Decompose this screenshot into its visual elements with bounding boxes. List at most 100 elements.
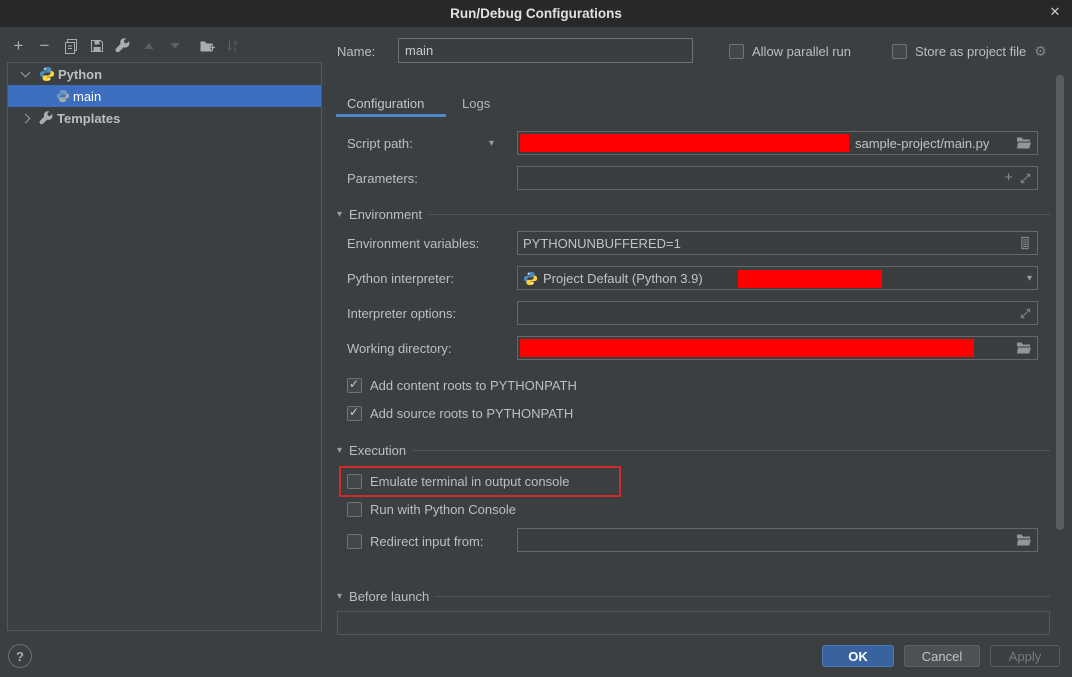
working-directory-label: Working directory: bbox=[347, 341, 452, 356]
store-as-project-file-checkbox[interactable] bbox=[892, 44, 907, 59]
move-up-icon[interactable] bbox=[140, 37, 157, 55]
python-interpreter-label: Python interpreter: bbox=[347, 271, 454, 286]
annotation-highlight bbox=[339, 466, 621, 497]
remove-configuration-button[interactable]: − bbox=[36, 37, 53, 55]
browse-folder-icon[interactable] bbox=[1016, 136, 1032, 150]
before-launch-section-header[interactable]: ▾ Before launch bbox=[337, 588, 1050, 604]
sort-configurations-icon[interactable]: az bbox=[224, 37, 241, 55]
tab-configuration[interactable]: Configuration bbox=[347, 96, 424, 111]
add-source-roots-label: Add source roots to PYTHONPATH bbox=[370, 406, 573, 421]
browse-folder-icon[interactable] bbox=[1016, 341, 1032, 355]
tab-logs[interactable]: Logs bbox=[462, 96, 490, 111]
expand-field-icon[interactable] bbox=[1019, 172, 1032, 185]
allow-parallel-run-checkbox[interactable] bbox=[729, 44, 744, 59]
run-with-python-console-checkbox[interactable] bbox=[347, 502, 362, 517]
allow-parallel-run-row: Allow parallel run bbox=[729, 41, 851, 61]
redaction bbox=[520, 134, 849, 152]
interpreter-dropdown-icon[interactable]: ▾ bbox=[1027, 273, 1032, 284]
environment-variables-value: PYTHONUNBUFFERED=1 bbox=[523, 236, 681, 251]
before-launch-section-label: Before launch bbox=[349, 589, 429, 604]
svg-text:a: a bbox=[233, 40, 237, 47]
script-path-field[interactable]: sample-project/main.py bbox=[517, 131, 1038, 155]
tree-item-label: main bbox=[73, 89, 101, 104]
execution-section-header[interactable]: ▾ Execution bbox=[337, 442, 1050, 458]
close-icon[interactable]: ✕ bbox=[1046, 3, 1064, 21]
environment-section-label: Environment bbox=[349, 207, 422, 222]
edit-variables-list-icon[interactable] bbox=[1018, 236, 1032, 250]
redirect-input-label: Redirect input from: bbox=[370, 534, 483, 549]
collapse-triangle-icon[interactable]: ▾ bbox=[337, 591, 342, 602]
environment-variables-label: Environment variables: bbox=[347, 236, 479, 251]
browse-folder-icon[interactable] bbox=[1016, 533, 1032, 547]
python-interpreter-value: Project Default (Python 3.9) bbox=[543, 271, 703, 286]
script-path-dropdown-icon[interactable]: ▾ bbox=[489, 138, 494, 149]
environment-section-header[interactable]: ▾ Environment bbox=[337, 206, 1050, 222]
vertical-scrollbar-thumb[interactable] bbox=[1056, 75, 1064, 530]
redaction bbox=[520, 339, 974, 357]
collapse-triangle-icon[interactable]: ▾ bbox=[337, 209, 342, 220]
store-as-project-file-row: Store as project file ⚙ bbox=[892, 41, 1047, 61]
section-divider bbox=[413, 450, 1050, 451]
collapse-triangle-icon[interactable]: ▾ bbox=[337, 445, 342, 456]
tree-item-python-group[interactable]: Python bbox=[8, 63, 321, 85]
configurations-tree-panel: Python main Templates bbox=[7, 62, 322, 631]
parameters-field[interactable]: + bbox=[517, 166, 1038, 190]
execution-section-label: Execution bbox=[349, 443, 406, 458]
redirect-input-checkbox[interactable] bbox=[347, 534, 362, 549]
run-debug-configurations-dialog: Run/Debug Configurations ✕ + − az bbox=[0, 0, 1072, 677]
configurations-toolbar: + − az bbox=[10, 37, 241, 55]
redaction bbox=[738, 270, 882, 288]
run-with-python-console-label: Run with Python Console bbox=[370, 502, 516, 517]
name-label: Name: bbox=[337, 44, 375, 59]
tree-item-main-selected[interactable]: main bbox=[8, 85, 321, 107]
python-interpreter-select[interactable]: Project Default (Python 3.9) ▾ bbox=[517, 266, 1038, 290]
before-launch-task-list[interactable] bbox=[337, 611, 1050, 635]
chevron-down-icon[interactable] bbox=[21, 68, 31, 78]
name-input[interactable] bbox=[398, 38, 693, 63]
cancel-button[interactable]: Cancel bbox=[904, 645, 980, 667]
allow-parallel-run-label: Allow parallel run bbox=[752, 44, 851, 59]
edit-templates-wrench-icon[interactable] bbox=[114, 37, 131, 55]
python-config-icon bbox=[56, 89, 70, 103]
store-as-project-file-label: Store as project file bbox=[915, 44, 1026, 59]
add-source-roots-checkbox[interactable] bbox=[347, 406, 362, 421]
script-path-label: Script path: bbox=[347, 136, 413, 151]
ok-button[interactable]: OK bbox=[822, 645, 894, 667]
titlebar: Run/Debug Configurations ✕ bbox=[0, 0, 1072, 27]
gear-icon[interactable]: ⚙ bbox=[1034, 43, 1047, 60]
copy-configuration-icon[interactable] bbox=[62, 37, 79, 55]
active-tab-underline bbox=[336, 114, 446, 117]
new-folder-icon[interactable] bbox=[198, 37, 215, 55]
move-down-icon[interactable] bbox=[166, 37, 183, 55]
tree-item-templates-group[interactable]: Templates bbox=[8, 107, 321, 129]
run-with-python-console-row: Run with Python Console bbox=[347, 499, 516, 519]
save-configuration-icon[interactable] bbox=[88, 37, 105, 55]
interpreter-options-field[interactable] bbox=[517, 301, 1038, 325]
section-divider bbox=[429, 214, 1050, 215]
chevron-right-icon[interactable] bbox=[21, 113, 31, 123]
add-content-roots-label: Add content roots to PYTHONPATH bbox=[370, 378, 577, 393]
add-content-roots-checkbox[interactable] bbox=[347, 378, 362, 393]
dialog-title: Run/Debug Configurations bbox=[450, 6, 622, 21]
expand-field-icon[interactable] bbox=[1019, 307, 1032, 320]
python-logo-icon bbox=[39, 66, 55, 82]
add-configuration-button[interactable]: + bbox=[10, 37, 27, 55]
apply-button[interactable]: Apply bbox=[990, 645, 1060, 667]
tree-item-label: Python bbox=[58, 67, 102, 82]
macro-plus-icon[interactable]: + bbox=[1004, 171, 1013, 185]
python-logo-icon bbox=[523, 271, 538, 286]
redirect-input-row: Redirect input from: bbox=[347, 531, 483, 551]
add-content-roots-row: Add content roots to PYTHONPATH bbox=[347, 375, 577, 395]
tree-item-label: Templates bbox=[57, 111, 120, 126]
section-divider bbox=[436, 596, 1050, 597]
add-source-roots-row: Add source roots to PYTHONPATH bbox=[347, 403, 573, 423]
templates-wrench-icon bbox=[39, 111, 54, 126]
script-path-value: sample-project/main.py bbox=[855, 136, 989, 151]
parameters-label: Parameters: bbox=[347, 171, 418, 186]
help-button[interactable]: ? bbox=[8, 644, 32, 668]
svg-text:z: z bbox=[233, 47, 237, 54]
environment-variables-field[interactable]: PYTHONUNBUFFERED=1 bbox=[517, 231, 1038, 255]
working-directory-field[interactable] bbox=[517, 336, 1038, 360]
redirect-input-field[interactable] bbox=[517, 528, 1038, 552]
interpreter-options-label: Interpreter options: bbox=[347, 306, 456, 321]
